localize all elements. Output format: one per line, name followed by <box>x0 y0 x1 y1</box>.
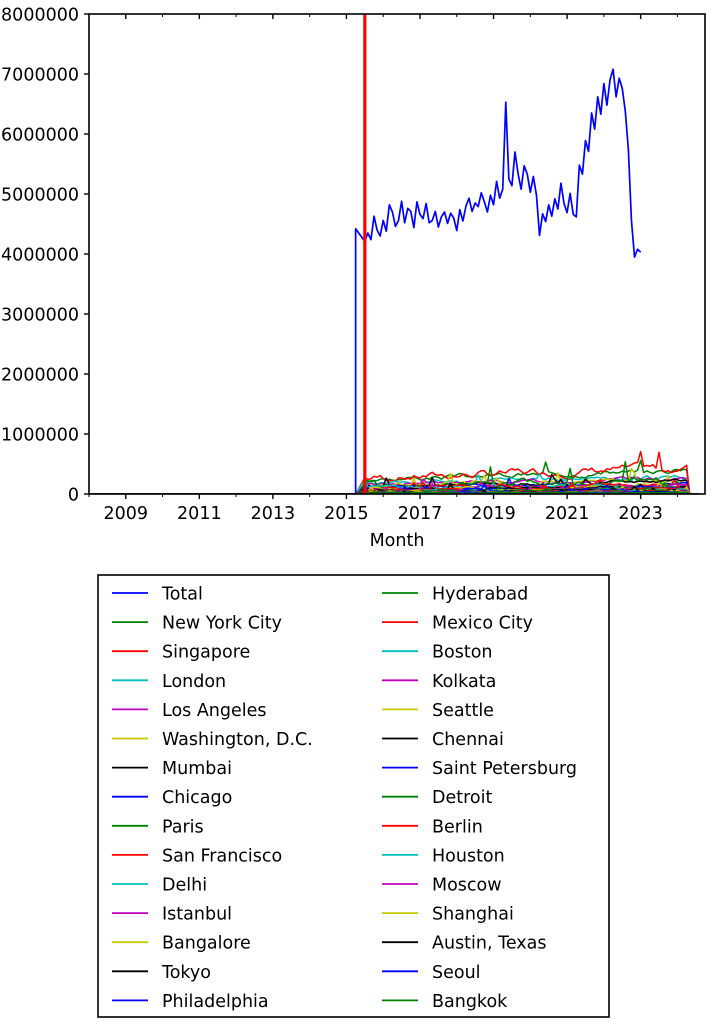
legend-label-houston: Houston <box>432 846 505 866</box>
series-line-total <box>354 68 642 494</box>
x-tick-label: 2021 <box>545 504 590 524</box>
y-tick-label: 0 <box>68 486 79 506</box>
x-tick-label: 2015 <box>324 504 369 524</box>
legend-label-austin-texas: Austin, Texas <box>432 934 547 954</box>
y-tick-label: 7000000 <box>1 66 79 86</box>
legend-label-london: London <box>162 672 226 692</box>
legend-label-seoul: Seoul <box>432 963 481 983</box>
y-tick-label: 3000000 <box>1 306 79 326</box>
legend-label-saint-petersburg: Saint Petersburg <box>432 759 577 779</box>
legend-label-singapore: Singapore <box>162 643 250 663</box>
y-tick-label: 4000000 <box>1 246 79 266</box>
x-tick-label: 2013 <box>251 504 296 524</box>
legend-label-san-francisco: San Francisco <box>162 846 282 866</box>
x-tick-label: 2009 <box>104 504 149 524</box>
x-tick-label: 2019 <box>471 504 516 524</box>
legend-label-tokyo: Tokyo <box>161 963 211 983</box>
legend-label-moscow: Moscow <box>432 876 502 896</box>
y-tick-label: 2000000 <box>1 366 79 386</box>
legend-label-boston: Boston <box>432 643 493 663</box>
plot-area <box>89 14 699 494</box>
legend-label-los-angeles: Los Angeles <box>162 701 267 721</box>
y-tick-label: 6000000 <box>1 126 79 146</box>
legend-label-paris: Paris <box>162 817 204 837</box>
legend-label-bangkok: Bangkok <box>432 992 508 1012</box>
legend-label-chicago: Chicago <box>162 788 232 808</box>
legend-label-delhi: Delhi <box>162 876 207 896</box>
legend-label-new-york-city: New York City <box>162 614 282 634</box>
legend-label-shanghai: Shanghai <box>432 905 514 925</box>
x-axis-title: Month <box>370 531 425 551</box>
legend-label-washington-d-c: Washington, D.C. <box>162 730 313 750</box>
x-tick-label: 2017 <box>398 504 443 524</box>
legend-label-mumbai: Mumbai <box>162 759 232 779</box>
legend-label-berlin: Berlin <box>432 817 483 837</box>
x-tick-label: 2023 <box>618 504 663 524</box>
axes-frame <box>88 13 706 495</box>
legend-label-seattle: Seattle <box>432 701 494 721</box>
x-tick-label: 2011 <box>177 504 222 524</box>
legend-label-detroit: Detroit <box>432 788 492 808</box>
legend-label-philadelphia: Philadelphia <box>162 992 269 1012</box>
axes-decorations <box>84 13 706 499</box>
legend-label-hyderabad: Hyderabad <box>432 585 528 605</box>
y-tick-label: 8000000 <box>1 6 79 26</box>
legend-label-kolkata: Kolkata <box>432 672 496 692</box>
y-tick-label: 5000000 <box>1 186 79 206</box>
legend-label-total: Total <box>161 585 203 605</box>
y-tick-label: 1000000 <box>1 426 79 446</box>
legend-label-bangalore: Bangalore <box>162 934 251 954</box>
axis-labels: 0 1000000 2000000 3000000 4000000 5000000 6000… <box>1 6 663 552</box>
legend-label-chennai: Chennai <box>432 730 504 750</box>
legend-label-mexico-city: Mexico City <box>432 614 533 634</box>
legend-label-istanbul: Istanbul <box>162 905 232 925</box>
legend[interactable]: Total New York City Singapore London Los Ang… <box>97 574 610 1018</box>
figure-canvas: 0 1000000 2000000 3000000 4000000 5000000 6000… <box>0 0 719 1027</box>
chart-svg: 0 1000000 2000000 3000000 4000000 5000000 6000… <box>1 6 706 1018</box>
